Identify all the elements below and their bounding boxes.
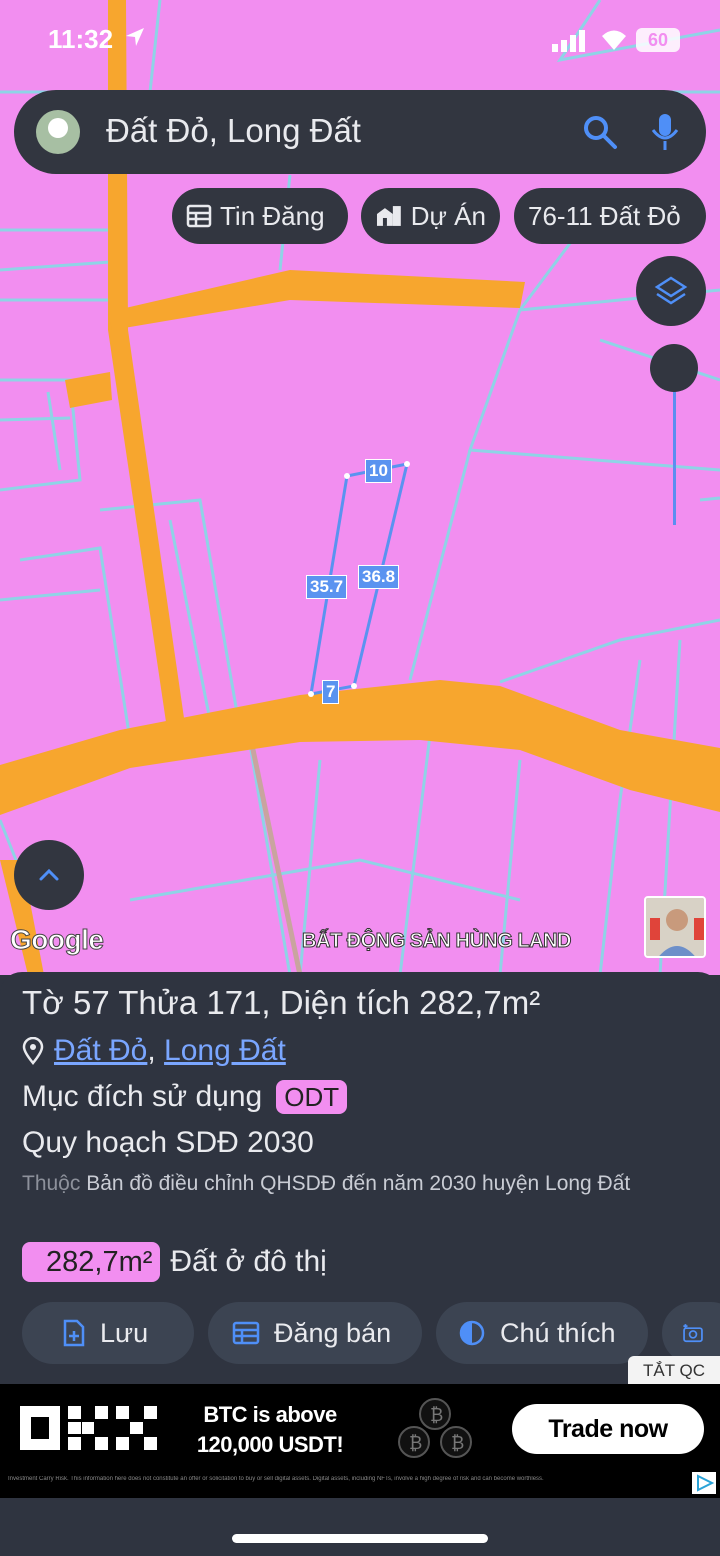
svg-text:₿: ₿	[430, 1405, 443, 1425]
svg-text:₿: ₿	[451, 1433, 464, 1453]
ad-disclaimer: Investment Carry Risk. This information …	[8, 1476, 544, 1482]
parcel-dim-top: 10	[365, 459, 392, 483]
table-icon	[232, 1321, 260, 1345]
source-text: Bản đồ điều chỉnh QHSDĐ đến năm 2030 huy…	[80, 1172, 631, 1195]
dirt-path	[249, 744, 303, 975]
parcel-info-panel: Tờ 57 Thửa 171, Diện tích 282,7m² Đất Đỏ…	[0, 972, 720, 1384]
chip-location[interactable]: 76-11 Đất Đỏ	[514, 188, 706, 244]
chip-projects-label: Dự Án	[410, 200, 486, 231]
half-circle-icon	[459, 1320, 485, 1346]
okx-logo	[20, 1406, 157, 1450]
battery-indicator: 60	[636, 28, 680, 52]
ad-banner[interactable]: BTC is above 120,000 USDT! ₿ ₿ ₿ Trade n…	[0, 1384, 720, 1498]
post-for-sale-label: Đăng bán	[274, 1317, 392, 1348]
layers-button[interactable]	[636, 256, 706, 326]
home-indicator[interactable]	[232, 1534, 488, 1543]
opacity-slider-handle[interactable]	[650, 344, 698, 392]
chip-projects[interactable]: Dự Án	[361, 188, 500, 244]
planning-title: Quy hoạch SDĐ 2030	[22, 1126, 314, 1159]
expand-panel-button[interactable]	[14, 840, 84, 910]
post-for-sale-button[interactable]: Đăng bán	[208, 1302, 422, 1364]
add-document-icon	[63, 1319, 85, 1347]
parcel-dim-bottom: 7	[322, 680, 340, 704]
planning-source: Thuộc Bản đồ điều chỉnh QHSDĐ đến năm 20…	[22, 1168, 702, 1200]
legend-button[interactable]: Chú thích	[436, 1302, 648, 1364]
ad-headline: BTC is above 120,000 USDT!	[188, 1400, 352, 1460]
svg-text:₿: ₿	[409, 1433, 422, 1453]
signal-icon	[552, 30, 585, 52]
bitcoin-coins-icon: ₿ ₿ ₿	[398, 1398, 472, 1458]
district-link[interactable]: Đất Đỏ	[54, 1034, 147, 1068]
area-value-badge: 282,7m²	[22, 1242, 161, 1282]
area-type: Đất ở đô thị	[170, 1245, 327, 1278]
location-pin-icon	[22, 1037, 44, 1065]
photo-button[interactable]	[662, 1302, 720, 1364]
purpose-label: Mục đích sử dụng	[22, 1080, 263, 1113]
search-bar[interactable]: Đất Đỏ, Long Đất	[14, 90, 706, 174]
map-view[interactable]: 10 35.7 36.8 7 11:32 60 Đất Đỏ, Long Đất…	[0, 0, 720, 975]
source-prefix: Thuộc	[22, 1172, 81, 1195]
save-button[interactable]: Lưu	[22, 1302, 194, 1364]
buildings-icon	[376, 206, 401, 226]
home-indicator-area	[0, 1498, 720, 1556]
legend-button-label: Chú thích	[500, 1317, 616, 1348]
user-avatar[interactable]	[36, 110, 80, 154]
table-icon	[186, 204, 212, 228]
trade-now-button[interactable]: Trade now	[512, 1404, 704, 1454]
purpose-code-badge: ODT	[276, 1080, 348, 1114]
microphone-icon[interactable]	[650, 112, 680, 152]
parcel-location: Đất Đỏ , Long Đất	[22, 1034, 286, 1068]
search-icon[interactable]	[582, 114, 618, 150]
status-bar: 11:32 60	[0, 22, 720, 58]
land-use-purpose: Mục đích sử dụng ODT	[22, 1080, 348, 1114]
hide-ads-button[interactable]: TẮT QC	[628, 1356, 720, 1386]
chevron-up-icon	[39, 868, 59, 881]
province-link[interactable]: Long Đất	[164, 1034, 286, 1068]
agent-photo[interactable]	[644, 896, 706, 958]
google-logo: Google	[9, 924, 104, 956]
chip-listings[interactable]: Tin Đăng	[172, 188, 348, 244]
location-separator: ,	[147, 1034, 165, 1067]
search-input[interactable]: Đất Đỏ, Long Đất	[106, 112, 361, 150]
adchoices-icon[interactable]	[692, 1472, 716, 1494]
save-button-label: Lưu	[100, 1317, 149, 1348]
watermark-text: BẤT ĐỘNG SẢN HÙNG LAND	[302, 930, 573, 953]
chip-location-label: 76-11 Đất Đỏ	[528, 200, 681, 231]
add-photo-icon	[683, 1324, 703, 1343]
parcel-dim-left: 35.7	[306, 575, 348, 599]
layers-icon	[654, 276, 688, 305]
ad-line-1: BTC is above	[203, 1402, 337, 1427]
wifi-icon	[602, 30, 626, 50]
status-time: 11:32	[48, 24, 114, 54]
parcel-dim-right: 36.8	[358, 565, 400, 589]
parcel-title: Tờ 57 Thửa 171, Diện tích 282,7m²	[22, 984, 541, 1021]
chip-listings-label: Tin Đăng	[220, 200, 325, 231]
ad-line-2: 120,000 USDT!	[196, 1432, 344, 1457]
location-arrow-icon	[126, 28, 144, 46]
opacity-slider-track[interactable]	[673, 380, 676, 525]
area-row: 282,7m² Đất ở đô thị	[22, 1242, 327, 1282]
